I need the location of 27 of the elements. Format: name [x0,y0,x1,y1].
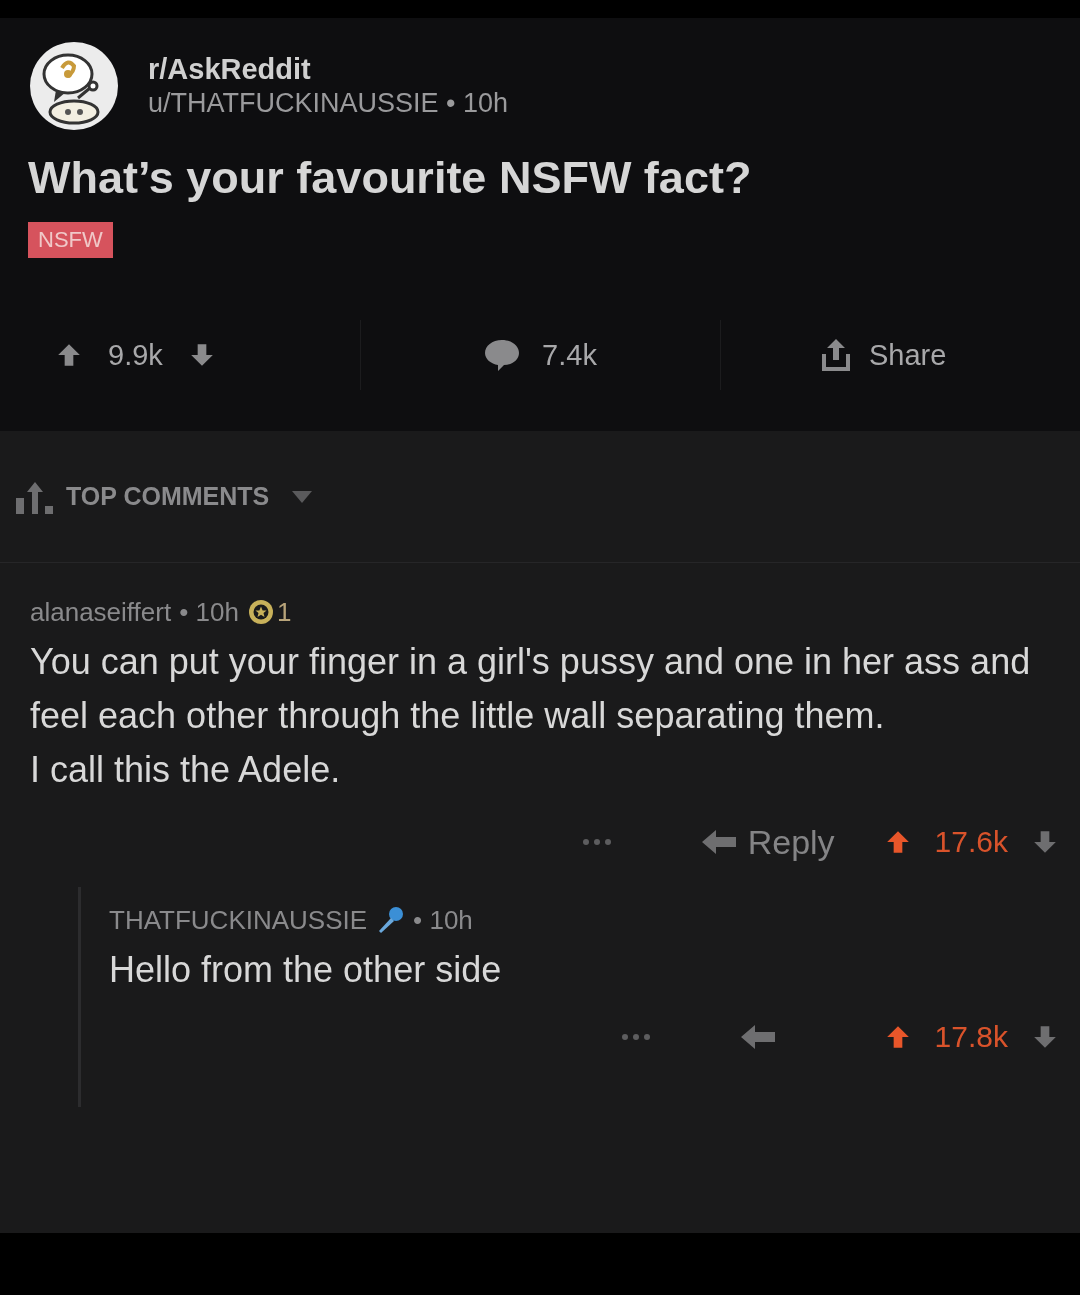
sort-dropdown[interactable]: TOP COMMENTS [66,482,314,511]
nsfw-tag: NSFW [28,222,113,258]
comment-age: • 10h [413,904,473,936]
comment-text: You can put your finger in a girl's pussy and one in her ass and feel each other through the little wall separating them. I call this the Adele. [30,640,1032,792]
comment-text: Hello from the other side [109,948,503,992]
vote-count: 17.6k [934,825,1008,859]
more-options-icon[interactable] [620,1033,651,1041]
post-author: u/THATFUCKINAUSSIE • 10h [148,88,509,119]
more-options-icon[interactable] [581,838,612,846]
subreddit-avatar[interactable] [28,40,120,132]
share-button[interactable]: Share [821,338,947,372]
vote-count: 9.9k [108,338,163,372]
share-icon [821,338,851,372]
subreddit-name: r/AskReddit [148,53,312,86]
award-count: 1 [276,596,292,628]
award-icon [246,598,275,626]
comment-author: THATFUCKINAUSSIE [109,904,368,936]
reply-button[interactable]: Reply [701,822,835,862]
reply-icon [701,829,736,855]
comment-author: alanaseiffert [30,596,172,628]
reply-icon[interactable] [740,1024,775,1050]
caret-icon [291,489,314,504]
post-title: What’s your favourite NSFW fact? [28,152,753,204]
comment-icon[interactable] [484,338,521,372]
vote-count: 17.8k [934,1020,1008,1054]
comment-age: • 10h [179,596,239,628]
comment-count: 7.4k [542,338,597,372]
